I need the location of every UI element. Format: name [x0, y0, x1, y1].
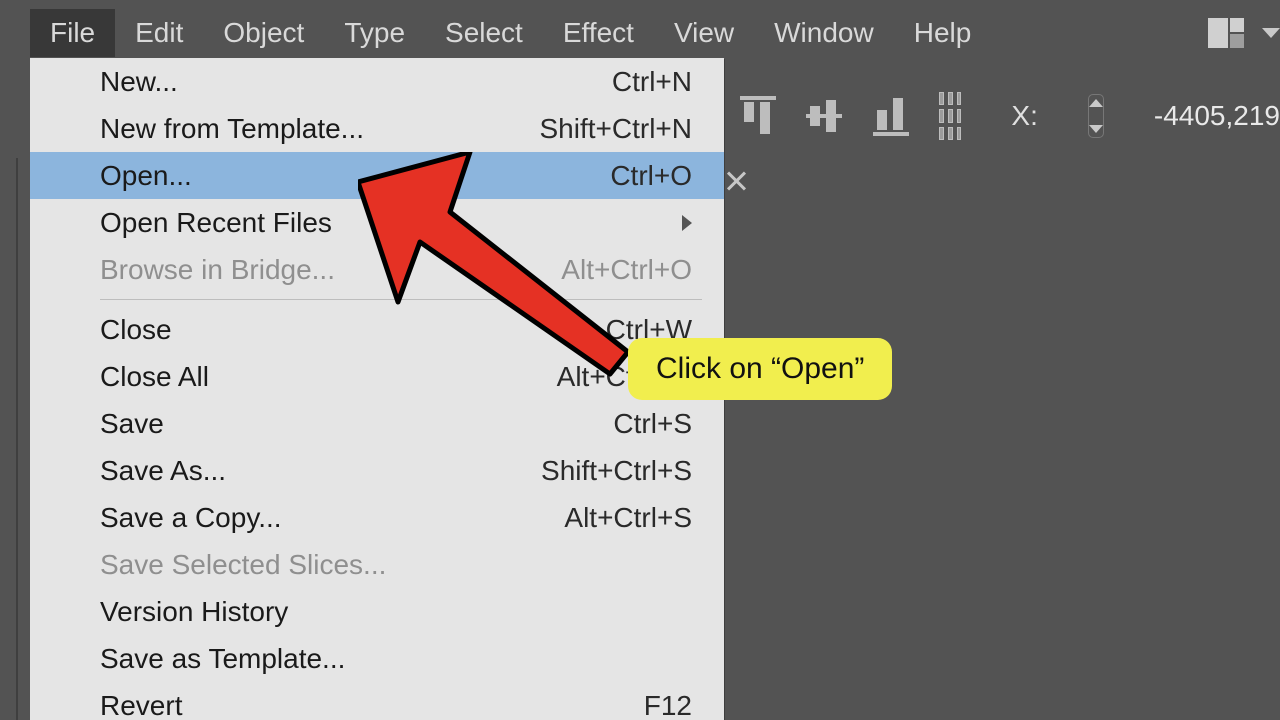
file-menu-close[interactable]: Close Ctrl+W [30, 306, 724, 353]
file-menu-save-a-copy[interactable]: Save a Copy... Alt+Ctrl+S [30, 494, 724, 541]
close-icon[interactable] [725, 170, 747, 192]
menu-item-label: Open Recent Files [100, 207, 332, 239]
align-vertical-center-icon[interactable] [806, 96, 822, 136]
file-menu-save-as-template[interactable]: Save as Template... [30, 635, 724, 682]
file-menu-save-as[interactable]: Save As... Shift+Ctrl+S [30, 447, 724, 494]
chevron-down-icon[interactable] [1262, 28, 1280, 38]
transform-reference-point-icon[interactable] [939, 92, 961, 140]
menu-select[interactable]: Select [425, 9, 543, 57]
file-menu-save[interactable]: Save Ctrl+S [30, 400, 724, 447]
menu-item-label: Save Selected Slices... [100, 549, 386, 581]
file-menu-revert[interactable]: Revert F12 [30, 682, 724, 720]
menu-effect[interactable]: Effect [543, 9, 654, 57]
left-tool-edge [0, 158, 18, 720]
menu-item-shortcut: Shift+Ctrl+N [540, 113, 693, 145]
file-menu-save-selected-slices: Save Selected Slices... [30, 541, 724, 588]
file-menu-open-recent[interactable]: Open Recent Files [30, 199, 724, 246]
menu-item-label: Open... [100, 160, 192, 192]
file-menu-close-all[interactable]: Close All Alt+Ctrl+W [30, 353, 724, 400]
annotation-callout: Click on “Open” [628, 338, 892, 400]
workspace-switcher-icon[interactable] [1208, 18, 1244, 48]
submenu-arrow-icon [682, 215, 692, 231]
menu-item-label: Save a Copy... [100, 502, 282, 534]
menu-type[interactable]: Type [324, 9, 425, 57]
menu-item-label: Save as Template... [100, 643, 345, 675]
menu-item-label: Close All [100, 361, 209, 393]
document-tabstrip [725, 170, 747, 192]
menu-item-label: New... [100, 66, 178, 98]
menu-item-label: Close [100, 314, 172, 346]
menu-item-label: Save [100, 408, 164, 440]
menu-object[interactable]: Object [203, 9, 324, 57]
file-menu-new-from-template[interactable]: New from Template... Shift+Ctrl+N [30, 105, 724, 152]
menu-file[interactable]: File [30, 9, 115, 57]
menu-item-shortcut: Ctrl+O [610, 160, 692, 192]
menu-item-label: Version History [100, 596, 288, 628]
file-menu-browse-in-bridge: Browse in Bridge... Alt+Ctrl+O [30, 246, 724, 293]
align-bottom-icon[interactable] [873, 96, 889, 136]
menu-view[interactable]: View [654, 9, 754, 57]
file-menu-version-history[interactable]: Version History [30, 588, 724, 635]
menu-item-shortcut: Ctrl+S [613, 408, 692, 440]
menu-item-shortcut: Ctrl+N [612, 66, 692, 98]
menu-separator [100, 299, 702, 300]
menu-help[interactable]: Help [894, 9, 992, 57]
menu-item-shortcut: Shift+Ctrl+S [541, 455, 692, 487]
menu-item-label: New from Template... [100, 113, 364, 145]
menu-edit[interactable]: Edit [115, 9, 203, 57]
menu-item-label: Save As... [100, 455, 226, 487]
align-top-icon[interactable] [740, 96, 756, 136]
menu-item-shortcut: Alt+Ctrl+S [564, 502, 692, 534]
menu-item-shortcut: Alt+Ctrl+O [561, 254, 692, 286]
menu-item-label: Revert [100, 690, 182, 720]
menu-item-shortcut: F12 [644, 690, 692, 720]
x-coordinate-label: X: [1011, 100, 1037, 132]
annotation-text: Click on “Open” [656, 352, 864, 385]
menubar: File Edit Object Type Select Effect View… [0, 0, 1280, 66]
file-menu-new[interactable]: New... Ctrl+N [30, 58, 724, 105]
x-coordinate-stepper[interactable] [1088, 94, 1104, 138]
menu-window[interactable]: Window [754, 9, 894, 57]
menu-item-label: Browse in Bridge... [100, 254, 335, 286]
file-menu-dropdown: New... Ctrl+N New from Template... Shift… [30, 58, 724, 720]
file-menu-open[interactable]: Open... Ctrl+O [30, 152, 724, 199]
x-coordinate-value[interactable]: -4405,219 [1154, 100, 1280, 132]
